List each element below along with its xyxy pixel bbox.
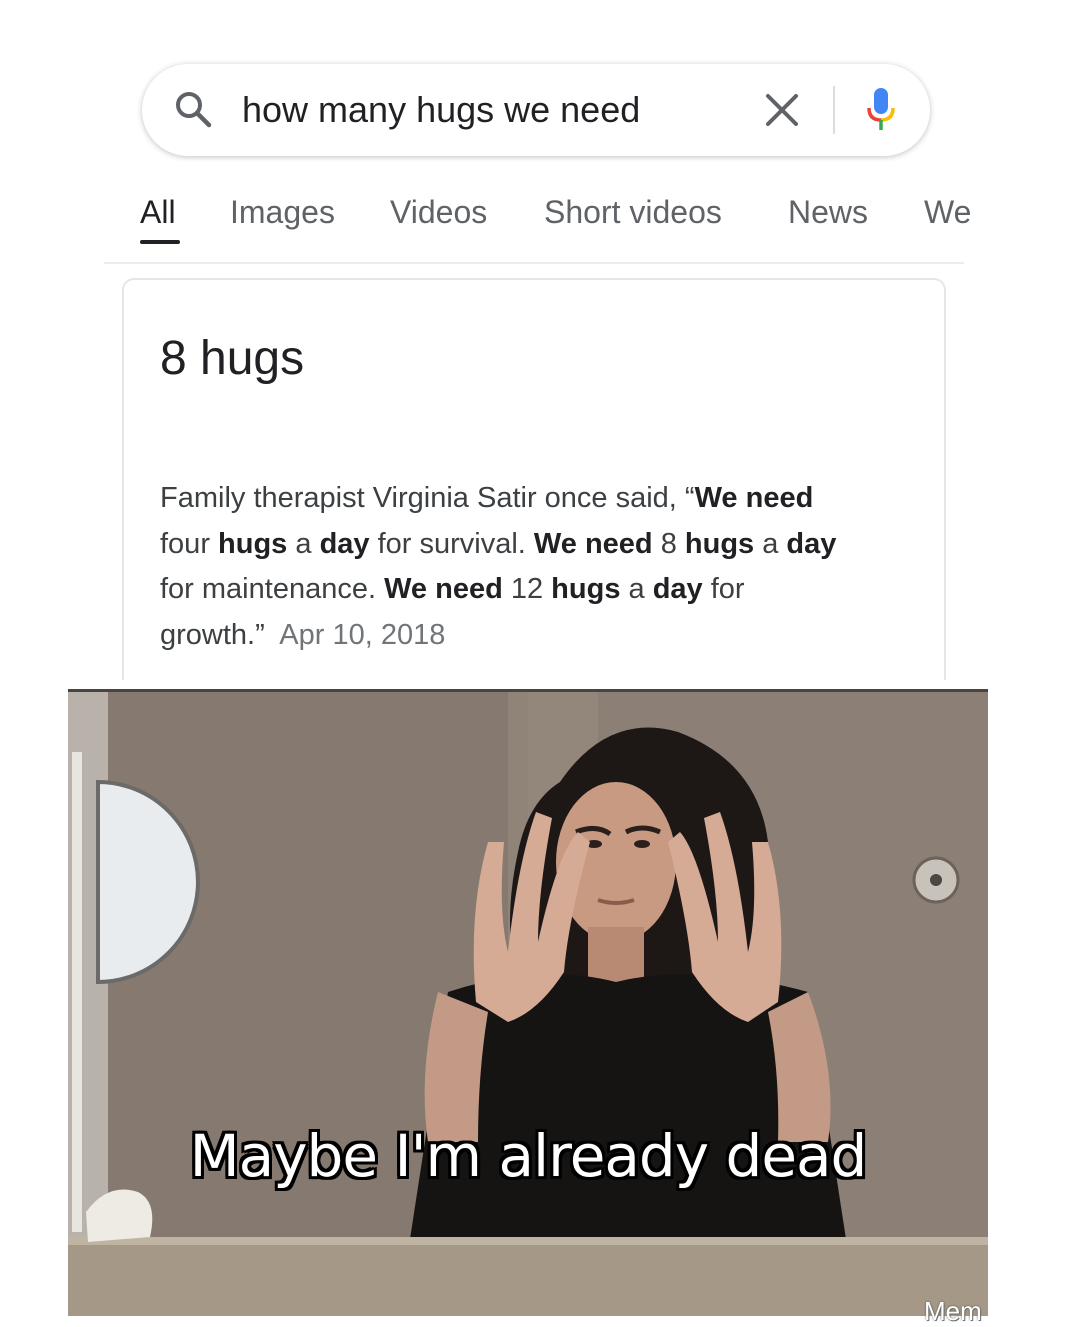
watermark: Mem: [924, 1296, 982, 1326]
microphone-icon[interactable]: [864, 86, 898, 134]
featured-answer: 8 hugs: [160, 332, 305, 385]
featured-snippet-card: 8 hugs Family therapist Virginia Satir o…: [122, 278, 946, 680]
tab-news[interactable]: News: [788, 190, 868, 234]
meme-photo: Maybe I'm already dead: [68, 689, 988, 1316]
search-bar[interactable]: how many hugs we need a da: [142, 64, 930, 156]
tab-short-videos[interactable]: Short videos: [544, 190, 722, 234]
tabs-divider: [104, 262, 964, 264]
tab-all[interactable]: All: [140, 190, 176, 234]
counter: [68, 1237, 988, 1316]
active-tab-indicator: [140, 240, 180, 244]
meme-photo-illustration: [68, 692, 988, 1316]
meme-caption: Maybe I'm already dead: [189, 1122, 868, 1190]
snippet-text: Family therapist Virginia Satir once sai…: [160, 482, 837, 651]
snippet-date: Apr 10, 2018: [279, 618, 446, 651]
tab-videos[interactable]: Videos: [390, 190, 487, 234]
search-icon[interactable]: [172, 88, 216, 132]
tab-images[interactable]: Images: [230, 190, 335, 234]
search-results-screenshot: how many hugs we need a da All Images Vi…: [70, 0, 988, 680]
search-bar-divider: [833, 86, 835, 134]
search-input[interactable]: how many hugs we need a da: [242, 88, 642, 132]
tab-web[interactable]: We: [924, 190, 970, 234]
search-tabs: All Images Videos Short videos News We: [140, 190, 970, 250]
close-icon[interactable]: [762, 90, 802, 130]
